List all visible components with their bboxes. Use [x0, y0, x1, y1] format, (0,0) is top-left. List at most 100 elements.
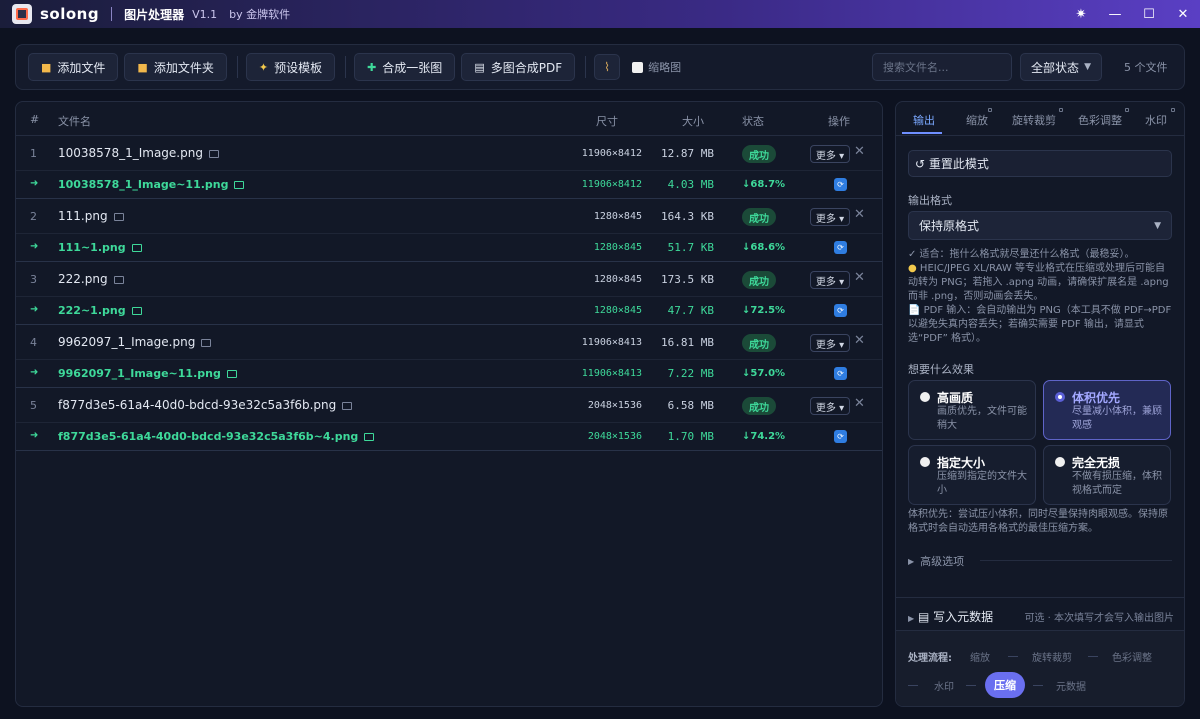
open-folder-icon[interactable] [113, 275, 124, 284]
option-lossless[interactable]: 完全无损 不做有损压缩，体积视格式而定 [1043, 445, 1171, 505]
file-size: 16.81 MB [661, 336, 714, 349]
tab-resize[interactable]: 缩放 [966, 112, 988, 128]
output-dimension: 11906×8413 [581, 368, 642, 379]
more-button[interactable]: 更多 ▾ [810, 145, 850, 163]
advanced-options-toggle[interactable]: ▶ 高级选项 [908, 553, 964, 569]
option-size-priority[interactable]: 体积优先 尽量减小体积，兼顾观感 [1043, 380, 1171, 440]
format-note-line: ✓ 适合：拖什么格式就尽量还什么格式（最稳妥）。 [908, 249, 1135, 260]
file-name-wrap: 222.png [58, 272, 124, 286]
maximize-icon[interactable]: ☐ [1132, 0, 1166, 28]
output-row[interactable]: ➜ 111~1.png 1280×845 51.7 KB ↓68.6% ⟳ [16, 234, 882, 262]
output-format-select[interactable]: 保持原格式 ▼ [908, 211, 1172, 240]
open-folder-icon[interactable] [201, 338, 212, 347]
flow-connector [966, 685, 976, 686]
output-row[interactable]: ➜ 9962097_1_Image~11.png 11906×8413 7.22 MB… [16, 360, 882, 388]
tab-watermark[interactable]: 水印 [1145, 112, 1167, 128]
output-row[interactable]: ➜ f877d3e5-61a4-40d0-bdcd-93e32c5a3f6b~4.… [16, 423, 882, 451]
output-dimension: 11906×8412 [581, 179, 642, 190]
merge-pdf-button[interactable]: ▤ 多图合成PDF [461, 53, 576, 81]
arrow-right-icon: ➜ [30, 178, 39, 189]
compression-ratio: ↓57.0% [742, 368, 786, 379]
add-folder-button[interactable]: ■ 添加文件夹 [124, 53, 227, 81]
document-icon: ▤ [917, 610, 930, 624]
tab-indicator-icon [1125, 108, 1129, 112]
flow-label: 处理流程: [908, 653, 952, 664]
output-dimension: 1280×845 [593, 305, 642, 316]
status-badge: 成功 [742, 145, 776, 163]
open-folder-icon[interactable] [113, 212, 124, 221]
table-row[interactable]: 2 111.png 1280×845 164.3 KB 成功 更多 ▾ ✕ [16, 199, 882, 234]
option-target-size[interactable]: 指定大小 压缩到指定的文件大小 [908, 445, 1036, 505]
file-count: 5 个文件 [1124, 61, 1168, 74]
more-button[interactable]: 更多 ▾ [810, 397, 850, 415]
radio-button[interactable] [920, 457, 930, 467]
effect-note: 体积优先：尝试压小体积，同时尽量保持肉眼观感。保持原格式时会自动选用各格式的最佳… [908, 509, 1168, 534]
minimize-icon[interactable]: — [1098, 0, 1132, 28]
col-status: 状态 [742, 115, 764, 128]
preset-template-button[interactable]: ✦ 预设模板 [245, 53, 336, 81]
output-format-label: 输出格式 [908, 194, 952, 207]
table-row[interactable]: 4 9962097_1_Image.png 11906×8413 16.81 MB 成功… [16, 325, 882, 360]
reset-mode-button[interactable]: ↺ 重置此模式 [908, 150, 1172, 177]
status-badge: 成功 [742, 271, 776, 289]
open-folder-icon[interactable] [131, 244, 142, 252]
open-output-icon[interactable]: ⟳ [834, 304, 847, 317]
metadata-section[interactable]: ▶ ▤ 写入元数据 可选 · 本次填写才会写入输出图片 [896, 597, 1184, 631]
output-size: 47.7 KB [667, 304, 714, 317]
row-index: 4 [30, 336, 37, 349]
file-table: # 文件名 尺寸 大小 状态 操作 1 10038578_1_Image.png 1… [15, 101, 883, 707]
remove-icon[interactable]: ✕ [854, 396, 865, 411]
theme-toggle-icon[interactable]: ✷ [1064, 0, 1098, 28]
open-folder-icon[interactable] [131, 307, 142, 315]
add-file-button[interactable]: ■ 添加文件 [28, 53, 119, 81]
format-note: ✓ 适合：拖什么格式就尽量还什么格式（最稳妥）。 ● HEIC/JPEG XL/… [908, 248, 1174, 346]
close-window-icon[interactable]: ✕ [1166, 0, 1200, 28]
toolbar-divider [236, 56, 238, 78]
col-index: # [30, 113, 40, 126]
output-row[interactable]: ➜ 10038578_1_Image~11.png 11906×8412 4.03 M… [16, 171, 882, 199]
output-dimension: 1280×845 [593, 242, 642, 253]
more-button[interactable]: 更多 ▾ [810, 208, 850, 226]
remove-icon[interactable]: ✕ [854, 333, 865, 348]
col-size: 大小 [682, 115, 704, 128]
more-button[interactable]: 更多 ▾ [810, 334, 850, 352]
more-button[interactable]: 更多 ▾ [810, 271, 850, 289]
open-folder-icon[interactable] [364, 433, 375, 441]
arrow-right-icon: ➜ [30, 304, 39, 315]
status-filter-select[interactable]: 全部状态 ▼ [1020, 53, 1102, 81]
chevron-right-icon: ▶ [908, 556, 915, 566]
thumbnail-checkbox[interactable] [632, 61, 644, 73]
open-output-icon[interactable]: ⟳ [834, 367, 847, 380]
output-row[interactable]: ➜ 222~1.png 1280×845 47.7 KB ↓72.5% ⟳ [16, 297, 882, 325]
open-folder-icon[interactable] [342, 401, 353, 410]
app-logo-icon [12, 4, 32, 24]
open-output-icon[interactable]: ⟳ [834, 241, 847, 254]
open-output-icon[interactable]: ⟳ [834, 178, 847, 191]
tab-output[interactable]: 输出 [913, 112, 935, 128]
clean-brush-icon[interactable]: ⌇ [594, 54, 621, 80]
open-folder-icon[interactable] [208, 149, 219, 158]
radio-button[interactable] [920, 392, 930, 402]
table-row[interactable]: 3 222.png 1280×845 173.5 KB 成功 更多 ▾ ✕ [16, 262, 882, 297]
metadata-title: 写入元数据 [933, 610, 994, 624]
tab-color[interactable]: 色彩调整 [1078, 112, 1122, 128]
tab-rotate-crop[interactable]: 旋转裁剪 [1012, 112, 1056, 128]
open-folder-icon[interactable] [226, 370, 237, 378]
output-dimension: 2048×1536 [587, 431, 642, 442]
file-name: f877d3e5-61a4-40d0-bdcd-93e32c5a3f6b.png [58, 398, 337, 412]
settings-panel: 输出 缩放 旋转裁剪 色彩调整 水印 ↺ 重置此模式 输出格式 保持原格式 ▼ … [895, 101, 1185, 707]
remove-icon[interactable]: ✕ [854, 144, 865, 159]
thumbnail-toggle[interactable]: 缩略图 [632, 59, 681, 75]
merge-image-button[interactable]: ✚ 合成一张图 [354, 53, 456, 81]
open-folder-icon[interactable] [234, 181, 245, 189]
remove-icon[interactable]: ✕ [854, 270, 865, 285]
option-high-quality[interactable]: 高画质 画质优先，文件可能稍大 [908, 380, 1036, 440]
search-input[interactable]: 搜索文件名... [872, 53, 1012, 81]
open-output-icon[interactable]: ⟳ [834, 430, 847, 443]
radio-button[interactable] [1055, 392, 1065, 402]
table-row[interactable]: 1 10038578_1_Image.png 11906×8412 12.87 MB 成… [16, 136, 882, 171]
radio-button[interactable] [1055, 457, 1065, 467]
col-dimension: 尺寸 [596, 115, 618, 128]
table-row[interactable]: 5 f877d3e5-61a4-40d0-bdcd-93e32c5a3f6b.pn… [16, 388, 882, 423]
remove-icon[interactable]: ✕ [854, 207, 865, 222]
